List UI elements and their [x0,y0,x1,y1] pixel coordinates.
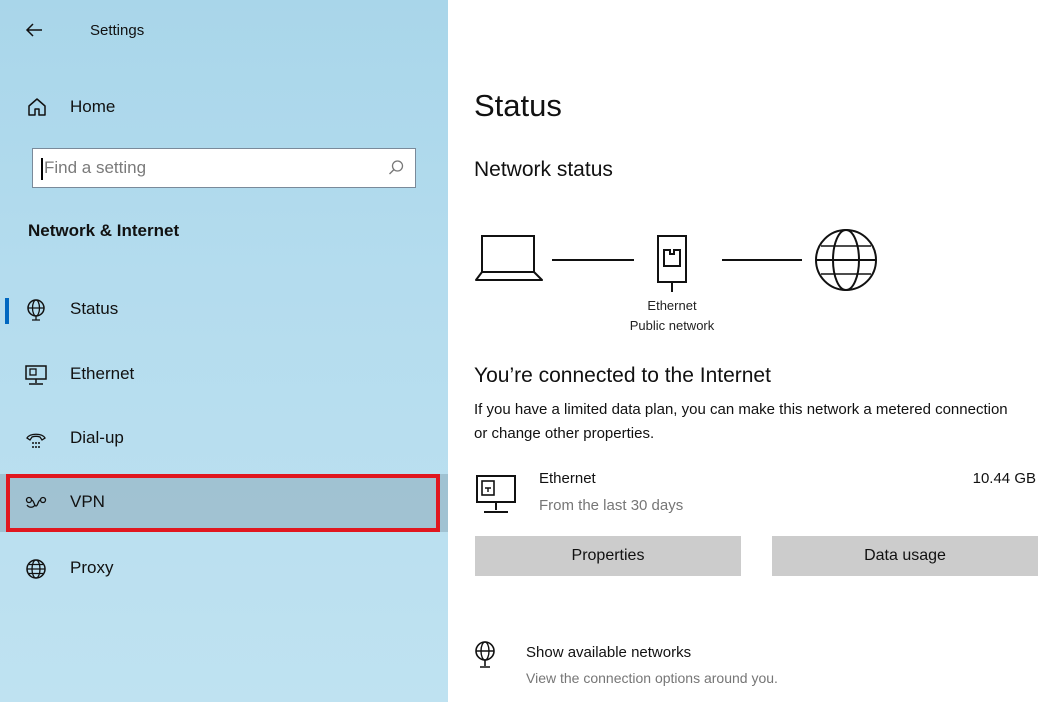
search-icon[interactable] [387,159,405,177]
ethernet-icon [25,365,47,385]
text-caret [41,158,43,180]
sidebar-item-vpn[interactable]: VPN [0,474,448,532]
connection-status-title: You’re connected to the Internet [474,364,771,387]
sidebar-item-ethernet[interactable]: Ethernet [0,346,448,404]
page-title: Status [474,88,562,123]
laptop-icon [475,235,543,281]
sidebar-item-label: Proxy [70,558,114,577]
properties-button[interactable]: Properties [475,536,741,576]
internet-globe-icon [815,229,877,291]
sidebar-item-label: Ethernet [70,364,135,383]
globe-status-icon [27,299,45,321]
available-networks-icon[interactable] [472,640,498,670]
sidebar-item-label: Dial-up [70,428,124,447]
sidebar: Settings Home Network & Internet Status [0,0,448,702]
available-networks-description: View the connection options around you. [526,670,778,686]
network-status-heading: Network status [474,158,613,181]
network-profile-label: Public network [629,318,715,333]
search-box[interactable] [32,148,416,188]
dialup-icon [26,433,46,448]
selected-indicator [5,298,9,324]
network-diagram: Ethernet Public network [474,226,894,346]
ethernet-adapter-icon [476,475,516,513]
sidebar-item-dialup[interactable]: Dial-up [0,410,448,468]
vpn-icon [25,496,47,508]
window-title: Settings [90,22,145,39]
main-content: Status Network status Ethernet Public ne… [448,0,1040,702]
home-nav-item[interactable]: Home [0,86,448,128]
home-icon [28,98,46,116]
sidebar-item-label: Status [70,299,119,318]
globe-icon [26,559,46,579]
adapter-name: Ethernet [539,470,596,487]
ethernet-port-icon [657,235,687,292]
adapter-usage-period: From the last 30 days [539,497,684,514]
network-diagram-graphic [475,229,877,292]
search-input[interactable] [44,149,374,187]
connection-type-label: Ethernet [647,298,697,313]
show-available-networks-link[interactable]: Show available networks [526,644,691,661]
sidebar-item-label: VPN [70,492,105,511]
connection-status-description: If you have a limited data plan, you can… [474,401,1008,442]
sidebar-item-proxy[interactable]: Proxy [0,540,448,598]
data-usage-button[interactable]: Data usage [772,536,1038,576]
back-arrow-icon[interactable] [22,18,46,42]
adapter-data-usage: 10.44 GB [972,470,1036,487]
section-title: Network & Internet [28,221,180,240]
home-label: Home [70,97,116,116]
sidebar-item-status[interactable]: Status [0,281,448,339]
